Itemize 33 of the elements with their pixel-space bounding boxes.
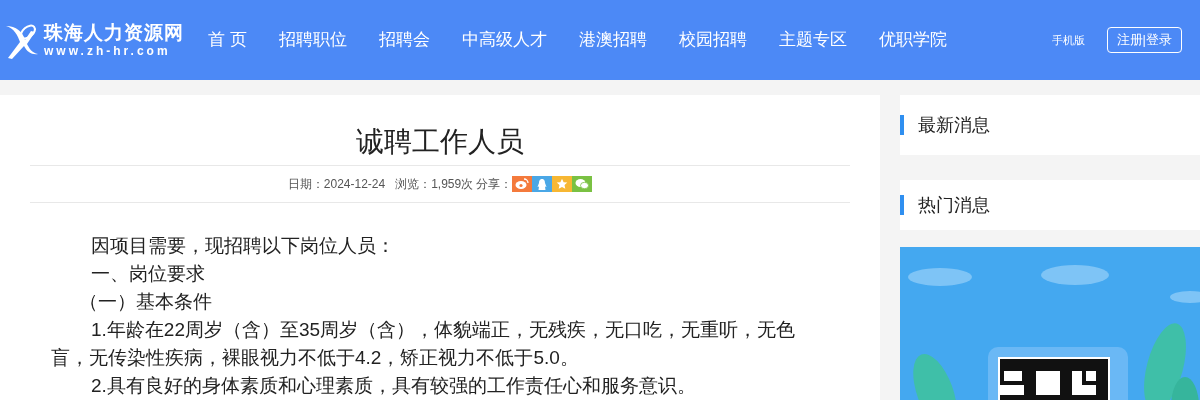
share-label: 分享： — [476, 176, 513, 194]
logo-url: www.zh-hr.com — [44, 45, 172, 57]
section-accent-bar — [900, 115, 904, 135]
share-button[interactable] — [532, 176, 553, 193]
nav-link[interactable]: 招聘会 — [378, 27, 430, 53]
body-paragraph: （一）基本条件 — [78, 290, 213, 314]
weibo-icon — [515, 178, 530, 191]
nav-link[interactable]: 优职学院 — [878, 27, 947, 53]
nav-link[interactable]: 首 页 — [208, 27, 247, 53]
nav-link[interactable]: 主题专区 — [778, 27, 847, 53]
penguin-icon — [536, 177, 549, 191]
star-icon — [556, 178, 569, 191]
body-paragraph: 2.具有良好的身体素质和心理素质，具有较强的工作责任心和服务意识。 — [90, 374, 697, 398]
share-button[interactable] — [552, 176, 573, 193]
section-title: 热门消息 — [918, 193, 990, 217]
nav-link[interactable]: 中高级人才 — [461, 27, 547, 53]
login-button[interactable]: 注册|登录 — [1106, 27, 1182, 53]
share-button[interactable] — [512, 176, 533, 193]
nav-link[interactable]: 港澳招聘 — [578, 27, 647, 53]
article-title: 诚聘工作人员 — [355, 125, 525, 159]
section-title: 最新消息 — [918, 113, 990, 137]
logo-name: 珠海人力资源网 — [44, 23, 184, 42]
body-paragraph: 因项目需要，现招聘以下岗位人员： — [90, 234, 396, 258]
date-text: 日期：2024-12-24 — [287, 176, 386, 194]
share-button[interactable] — [572, 176, 593, 193]
chat-bubbles-icon — [575, 178, 590, 191]
nav-link[interactable]: 校园招聘 — [678, 27, 747, 53]
section-accent-bar — [900, 195, 904, 215]
body-paragraph: 1.年龄在22周岁（含）至35周岁（含），体貌端正，无残疾，无口吃，无重听，无色盲，无传染性疾病，裸眼视力不低于4.2，矫正视力不低于5.0。 — [51, 318, 797, 370]
nav-link[interactable]: 招聘职位 — [278, 27, 347, 53]
body-paragraph: 一、岗位要求 — [90, 262, 206, 286]
mobile-link[interactable]: 手机版 — [1051, 31, 1085, 49]
views-text: 浏览：1,959次 — [395, 176, 474, 194]
